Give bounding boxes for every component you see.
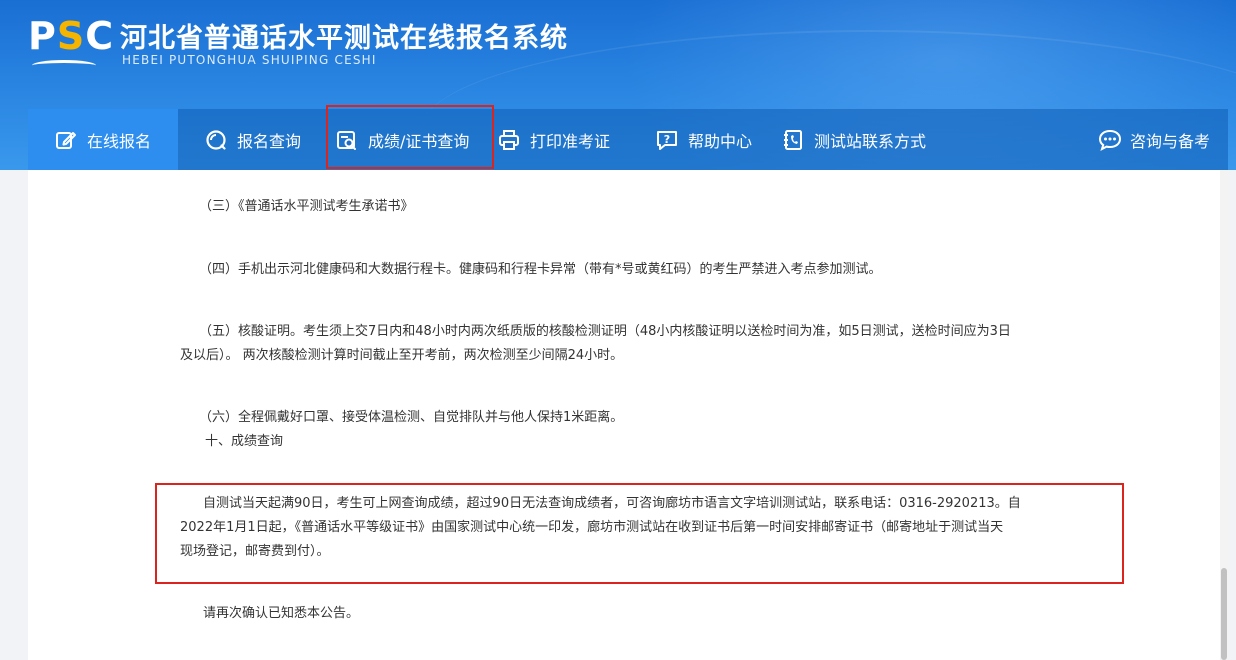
nav-test-station-contacts[interactable]: 测试站联系方式 [782, 109, 926, 170]
site-title: 河北省普通话水平测试在线报名系统 [120, 23, 568, 54]
search-circle-icon [205, 129, 227, 151]
requirement-item-5-line2: 及以后）。 两次核酸检测计算时间截止至开考前，两次检测至少间隔24小时。 [180, 348, 624, 363]
section-heading-score-query: 十、成绩查询 [205, 434, 284, 449]
score-query-notice-line1: 自测试当天起满90日，考生可上网查询成绩，超过90日无法查询成绩者，可咨询廊坊市… [203, 496, 1021, 511]
nav-label: 成绩/证书查询 [368, 131, 470, 151]
closing-confirmation: 请再次确认已知悉本公告。 [203, 606, 360, 621]
edit-icon [55, 129, 77, 151]
score-query-notice-line3: 现场登记，邮寄费到付）。 [180, 544, 330, 559]
nav-print-admission-ticket[interactable]: 打印准考证 [498, 109, 610, 170]
phone-book-icon [782, 129, 804, 151]
site-subtitle: HEBEI PUTONGHUA SHUIPING CESHI [122, 53, 377, 67]
printer-icon [498, 129, 520, 151]
nav-registration-query[interactable]: 报名查询 [205, 109, 301, 170]
requirement-item-6: （六）全程佩戴好口罩、接受体温检测、自觉排队并与他人保持1米距离。 [199, 410, 624, 425]
page-scrollbar[interactable] [1220, 170, 1228, 660]
logo-text: PSC [28, 14, 115, 58]
nav-consult-prepare[interactable]: 咨询与备考 [1098, 109, 1210, 170]
nav-label: 帮助中心 [688, 131, 753, 151]
nav-label: 打印准考证 [530, 131, 611, 151]
site-header: PSC 河北省普通话水平测试在线报名系统 HEBEI PUTONGHUA SHU… [0, 0, 1236, 170]
nav-label: 报名查询 [237, 131, 302, 151]
help-chat-icon: ? [656, 129, 678, 151]
nav-label: 测试站联系方式 [814, 131, 927, 151]
requirement-item-4: （四）手机出示河北健康码和大数据行程卡。健康码和行程卡异常（带有*号或黄红码）的… [199, 262, 882, 277]
nav-label: 在线报名 [86, 131, 151, 151]
main-nav: 在线报名 报名查询 成绩/证书查询 打印准考证 ? 帮助中心 测试站联系方式 咨… [28, 109, 1228, 170]
nav-label: 咨询与备考 [1130, 131, 1211, 151]
scrollbar-thumb[interactable] [1221, 568, 1227, 660]
nav-score-certificate-query[interactable]: 成绩/证书查询 [336, 109, 469, 170]
certificate-search-icon [336, 129, 358, 151]
psc-logo[interactable]: PSC [28, 16, 113, 71]
nav-online-registration[interactable]: 在线报名 [28, 109, 178, 170]
requirement-item-3: （三）《普通话水平测试考生承诺书》 [199, 199, 414, 214]
svg-text:?: ? [664, 133, 670, 146]
logo-book-icon [32, 60, 96, 71]
requirement-item-5-line1: （五）核酸证明。考生须上交7日内和48小时内两次纸质版的核酸检测证明（48小内核… [199, 324, 1011, 339]
chat-bubble-icon [1098, 129, 1122, 151]
score-query-notice-line2: 2022年1月1日起，《普通话水平等级证书》由国家测试中心统一印发，廊坊市测试站… [180, 520, 1004, 535]
nav-help-center[interactable]: ? 帮助中心 [656, 109, 752, 170]
